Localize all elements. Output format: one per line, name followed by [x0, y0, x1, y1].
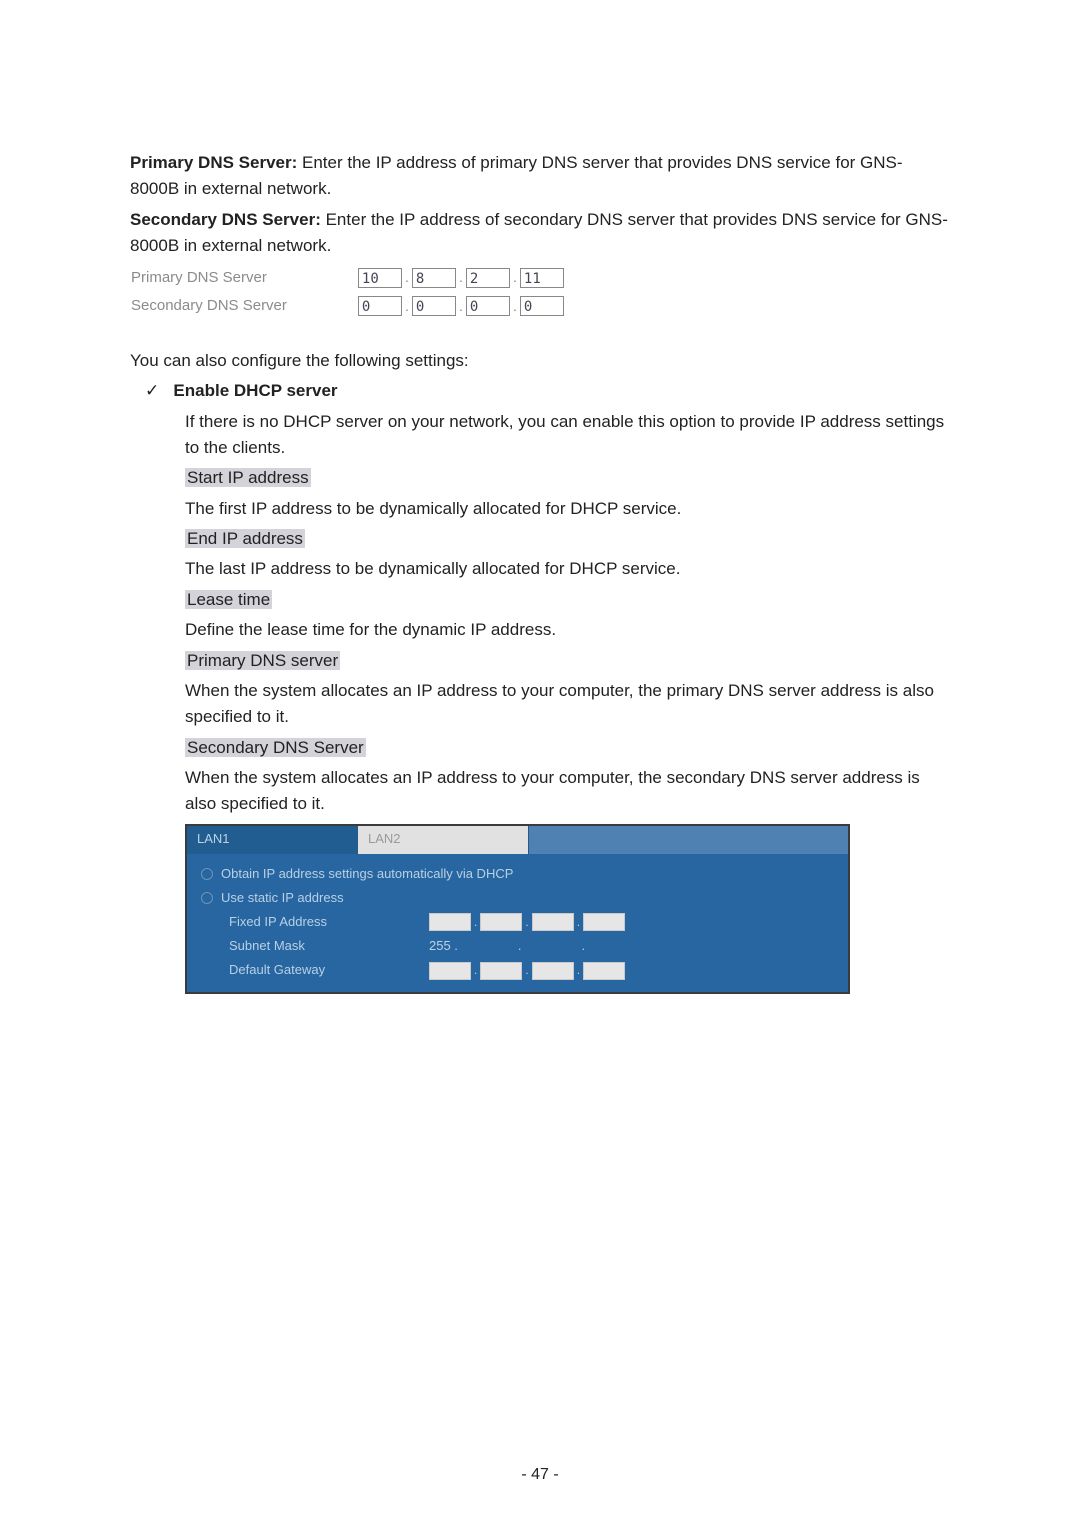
ip-octet-input[interactable]: 0	[412, 296, 456, 316]
ip-octet-input[interactable]: 0	[358, 296, 402, 316]
lan-body: Obtain IP address settings automatically…	[187, 854, 848, 993]
gateway-label: Default Gateway	[229, 960, 409, 980]
ip-octet-input[interactable]	[583, 913, 625, 931]
enable-dhcp-line: ✓ Enable DHCP server	[145, 378, 950, 404]
ip-octet-input[interactable]: 0	[466, 296, 510, 316]
lease-time-desc: Define the lease time for the dynamic IP…	[185, 617, 950, 643]
lan-panel-screenshot: LAN1 LAN2 Obtain IP address settings aut…	[185, 824, 850, 995]
enable-dhcp-heading: Enable DHCP server	[173, 381, 337, 400]
radio-static-label: Use static IP address	[221, 888, 344, 908]
ip-octet-input[interactable]	[532, 962, 574, 980]
gateway-row: Default Gateway ...	[229, 960, 834, 980]
page-number: - 47 -	[0, 1463, 1080, 1488]
ip-octet-input[interactable]: 2	[466, 268, 510, 288]
ip-octet-input[interactable]	[480, 962, 522, 980]
ip-octet-input[interactable]	[429, 913, 471, 931]
ip-octet-input[interactable]: 8	[412, 268, 456, 288]
ip-octet-input[interactable]	[480, 913, 522, 931]
primary-dns-ip: 10.8.2.11	[357, 263, 565, 291]
ip-octet-input[interactable]	[429, 962, 471, 980]
subnet-value: 255 .	[429, 936, 458, 956]
end-ip-heading: End IP address	[185, 529, 305, 548]
radio-obtain-label: Obtain IP address settings automatically…	[221, 864, 513, 884]
secondary-dns-label: Secondary DNS Server:	[130, 210, 321, 229]
tab-lan1[interactable]: LAN1	[187, 826, 358, 854]
enable-dhcp-desc: If there is no DHCP server on your netwo…	[185, 409, 950, 462]
fixed-ip-label: Fixed IP Address	[229, 912, 409, 932]
ip-octet-input[interactable]	[583, 962, 625, 980]
subnet-row: Subnet Mask 255 . . .	[229, 936, 834, 956]
subnet-label: Subnet Mask	[229, 936, 409, 956]
secondary-dns-heading: Secondary DNS Server	[185, 738, 366, 757]
secondary-dns-paragraph: Secondary DNS Server: Enter the IP addre…	[130, 207, 950, 260]
primary-dns-row-label: Primary DNS Server	[130, 263, 357, 291]
ip-octet-input[interactable]: 0	[520, 296, 564, 316]
secondary-dns-ip: 0.0.0.0	[357, 292, 565, 320]
secondary-dns-row-label: Secondary DNS Server	[130, 292, 357, 320]
primary-dns-paragraph: Primary DNS Server: Enter the IP address…	[130, 150, 950, 203]
lease-time-heading: Lease time	[185, 590, 272, 609]
start-ip-heading: Start IP address	[185, 468, 311, 487]
dns-input-screenshot: Primary DNS Server 10.8.2.11 Secondary D…	[130, 263, 565, 320]
radio-icon	[201, 892, 213, 904]
configure-lead: You can also configure the following set…	[130, 348, 950, 374]
ip-octet-input[interactable]	[532, 913, 574, 931]
end-ip-desc: The last IP address to be dynamically al…	[185, 556, 950, 582]
lan-tabbar: LAN1 LAN2	[187, 826, 848, 854]
radio-static-ip[interactable]: Use static IP address	[201, 888, 834, 908]
secondary-dns-desc: When the system allocates an IP address …	[185, 765, 950, 818]
primary-dns-label: Primary DNS Server:	[130, 153, 297, 172]
radio-obtain-dhcp[interactable]: Obtain IP address settings automatically…	[201, 864, 834, 884]
fixed-ip-row: Fixed IP Address ...	[229, 912, 834, 932]
primary-dns-heading: Primary DNS server	[185, 651, 340, 670]
tab-lan2[interactable]: LAN2	[358, 826, 529, 854]
ip-octet-input[interactable]: 10	[358, 268, 402, 288]
start-ip-desc: The first IP address to be dynamically a…	[185, 496, 950, 522]
primary-dns-desc: When the system allocates an IP address …	[185, 678, 950, 731]
check-icon: ✓	[145, 381, 159, 400]
radio-icon	[201, 868, 213, 880]
ip-octet-input[interactable]: 11	[520, 268, 564, 288]
